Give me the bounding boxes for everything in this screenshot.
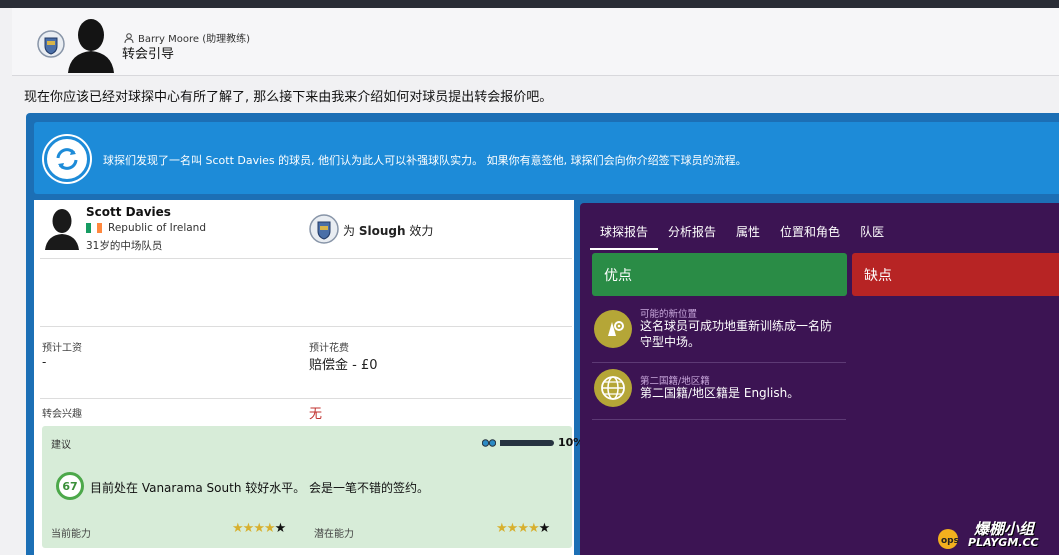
wage-label: 预计工资 (42, 343, 82, 354)
ireland-flag-icon (86, 223, 102, 233)
wage-value: - (42, 355, 47, 369)
player-age-position: 31岁的中场队员 (86, 240, 163, 252)
divider (592, 362, 846, 363)
club-name[interactable]: Slough (359, 224, 406, 238)
fee-label: 预计花费 (309, 343, 349, 354)
nation-label[interactable]: Republic of Ireland (108, 222, 206, 234)
player-avatar[interactable] (44, 206, 80, 250)
star-full-icon: ★ (253, 521, 265, 536)
divider (592, 419, 846, 420)
star-empty-icon: ★ (538, 521, 551, 536)
advice-text: 目前处在 Vanarama South 较好水平。 会是一笔不错的签约。 (90, 481, 430, 495)
interest-value: 无 (309, 407, 323, 422)
advice-label: 建议 (51, 440, 71, 451)
plays-for: 为 Slough 效力 (343, 224, 434, 238)
divider (40, 398, 572, 399)
tab-attributes[interactable]: 属性 (726, 220, 770, 250)
pro-text: 这名球员可成功地重新训练成一名防 守型中场。 (640, 319, 833, 349)
interest-label: 转会兴趣 (42, 409, 82, 420)
binoculars-icon (482, 438, 496, 447)
star-full-icon: ★ (517, 521, 529, 536)
cons-header: 缺点 (852, 253, 1059, 296)
confidence-meter: 10% (482, 436, 584, 449)
tab-analysis-report[interactable]: 分析报告 (658, 220, 726, 250)
intro-text: 现在你应该已经对球探中心有所了解了, 那么接下来由我来介绍如何对球员提出转会报价… (24, 90, 553, 105)
pro-text: 第二国籍/地区籍是 English。 (640, 386, 800, 400)
report-tabs: 球探报告 分析报告 属性 位置和角色 队医 (590, 220, 894, 250)
current-ability-stars: ★★★★★ (232, 521, 287, 536)
potential-ability-label: 潜在能力 (314, 529, 354, 540)
star-full-icon: ★ (232, 521, 244, 536)
player-name[interactable]: Scott Davies (86, 205, 171, 219)
tab-positions-roles[interactable]: 位置和角色 (770, 220, 850, 250)
coach-avatar (68, 19, 114, 73)
window-topbar (0, 0, 1059, 8)
position-change-icon (594, 310, 632, 348)
refresh-cycle-icon (44, 136, 90, 182)
club-badge-icon[interactable] (308, 212, 340, 246)
pros-header: 优点 (592, 253, 847, 296)
svg-text:ops: ops (941, 536, 959, 546)
confidence-bar-fill (500, 439, 506, 446)
star-full-icon: ★ (242, 521, 255, 536)
page-title: 转会引导 (122, 47, 175, 62)
potential-ability-stars: ★★★★★ (496, 521, 551, 536)
star-half-icon: ★ (263, 521, 276, 536)
globe-icon (594, 369, 632, 407)
ability-score-badge: 67 (56, 472, 84, 500)
star-full-icon: ★ (527, 521, 540, 536)
divider (40, 326, 572, 327)
club-badge-icon (37, 30, 65, 58)
fee-value: 赔偿金 - £0 (309, 358, 378, 373)
tab-medical[interactable]: 队医 (850, 220, 894, 250)
confidence-bar (500, 439, 554, 446)
current-ability-label: 当前能力 (51, 529, 91, 540)
star-full-icon: ★ (496, 521, 508, 536)
banner-text: 球探们发现了一名叫 Scott Davies 的球员, 他们认为此人可以补强球队… (103, 154, 747, 167)
watermark-subtext: PLAYGM.CC (968, 536, 1039, 549)
person-icon (124, 32, 134, 43)
player-nation: Republic of Ireland (86, 222, 206, 234)
tab-scout-report[interactable]: 球探报告 (590, 220, 659, 250)
divider (40, 258, 572, 259)
star-empty-icon: ★ (274, 521, 287, 536)
star-full-icon: ★ (506, 521, 519, 536)
